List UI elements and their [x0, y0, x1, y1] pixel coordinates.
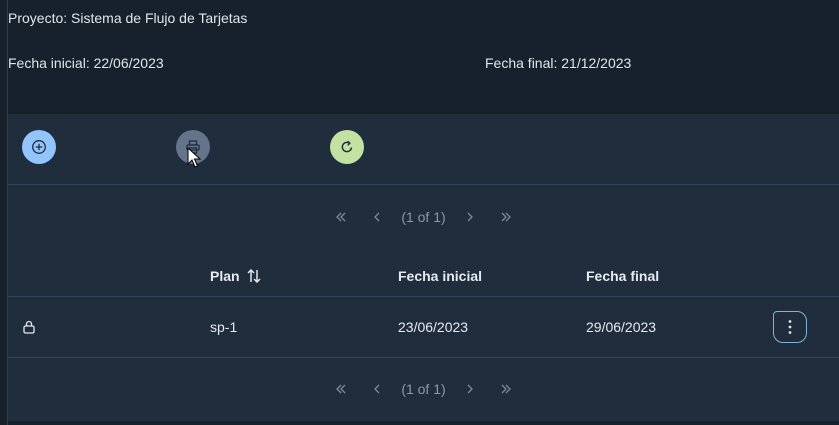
double-chevron-right-icon: [501, 212, 511, 222]
vertical-dots-icon: [788, 320, 792, 334]
end-date: Fecha final: 21/12/2023: [485, 55, 632, 71]
first-page-button[interactable]: [323, 202, 359, 232]
row-menu-button[interactable]: [773, 311, 807, 343]
end-date-cell: 29/06/2023: [586, 318, 657, 335]
add-button[interactable]: [22, 130, 56, 164]
paginator-top: (1 of 1): [8, 202, 839, 232]
project-title: Proyecto: Sistema de Flujo de Tarjetas: [8, 10, 248, 26]
column-header-end: Fecha final: [586, 268, 660, 284]
start-date: Fecha inicial: 22/06/2023: [8, 55, 164, 71]
paginator-bottom: (1 of 1): [8, 374, 839, 404]
first-page-button[interactable]: [323, 374, 359, 404]
chevron-left-icon: [374, 384, 380, 394]
project-header: Proyecto: Sistema de Flujo de Tarjetas F…: [0, 0, 839, 114]
page-report: (1 of 1): [401, 209, 446, 225]
column-header-plan[interactable]: Plan: [210, 256, 262, 296]
next-page-button[interactable]: [452, 374, 488, 404]
table-header: Plan Fecha inicial Fecha final: [8, 256, 839, 297]
plan-cell: sp-1: [210, 318, 238, 335]
double-chevron-left-icon: [336, 384, 346, 394]
chevron-right-icon: [467, 384, 473, 394]
double-chevron-left-icon: [336, 212, 346, 222]
double-chevron-right-icon: [501, 384, 511, 394]
sort-icon: [247, 268, 261, 284]
table-row: sp-1 23/06/2023 29/06/2023: [8, 296, 839, 358]
chevron-left-icon: [374, 212, 380, 222]
plans-table-panel: (1 of 1) Plan Fecha inicial Fecha final …: [8, 185, 839, 421]
refresh-button[interactable]: [330, 130, 364, 164]
last-page-button[interactable]: [488, 374, 524, 404]
lock-icon: [23, 320, 35, 334]
column-header-start: Fecha inicial: [398, 268, 483, 284]
chevron-right-icon: [467, 212, 473, 222]
prev-page-button[interactable]: [359, 374, 395, 404]
prev-page-button[interactable]: [359, 202, 395, 232]
last-page-button[interactable]: [488, 202, 524, 232]
mouse-cursor-icon: [187, 147, 201, 168]
lock-cell: [22, 296, 36, 357]
page-report: (1 of 1): [401, 381, 446, 397]
toolbar: [8, 114, 839, 185]
start-date-cell: 23/06/2023: [398, 318, 469, 335]
refresh-icon: [341, 140, 353, 153]
next-page-button[interactable]: [452, 202, 488, 232]
plus-circle-icon: [32, 140, 46, 154]
